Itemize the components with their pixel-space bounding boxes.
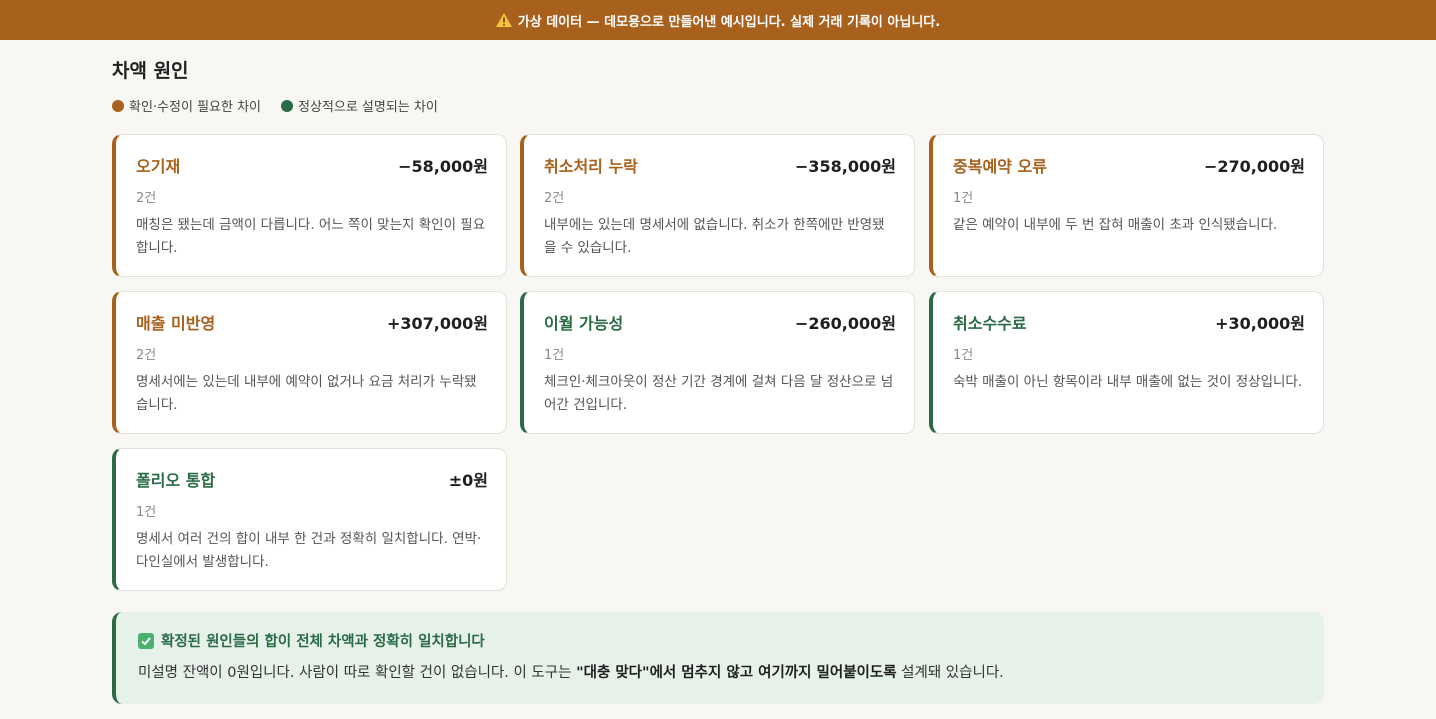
banner-text: 가상 데이터 — 데모용으로 만들어낸 예시입니다. 실제 거래 기록이 아닙니… — [517, 14, 941, 30]
cause-card-misentry: 오기재 −58,000원 2건 매칭은 됐는데 금액이 다릅니다. 어느 쪽이 … — [112, 134, 507, 277]
cause-card-duplicate-booking: 중복예약 오류 −270,000원 1건 같은 예약이 내부에 두 번 잡혀 매… — [929, 134, 1324, 277]
cause-count: 2건 — [136, 348, 157, 363]
demo-warning-banner: 가상 데이터 — 데모용으로 만들어낸 예시입니다. 실제 거래 기록이 아닙니… — [0, 0, 1436, 40]
cause-amount: −358,000원 — [794, 157, 896, 176]
legend-needs-fix-label: 확인·수정이 필요한 차이 — [129, 100, 261, 115]
cause-amount: −58,000원 — [398, 157, 488, 176]
legend-needs-fix: 확인·수정이 필요한 차이 — [112, 96, 261, 115]
cause-card-folio-merge: 폴리오 통합 ±0원 1건 명세서 여러 건의 합이 내부 한 건과 정확히 일… — [112, 448, 507, 591]
summary-body-prefix: 미설명 잔액이 0원입니다. 사람이 따로 확인할 건이 없습니다. 이 도구는 — [138, 665, 577, 681]
cause-count: 1건 — [136, 505, 157, 520]
summary-headline-row: 확정된 원인들의 합이 전체 차액과 정확히 일치합니다 — [138, 630, 1304, 651]
cause-name: 중복예약 오류 — [953, 157, 1047, 176]
cause-count: 2건 — [544, 191, 565, 206]
needs-fix-dot-icon — [112, 99, 124, 112]
cause-count: 1건 — [544, 348, 565, 363]
cause-name: 오기재 — [136, 157, 181, 176]
cause-count: 1건 — [953, 348, 974, 363]
legend-normal: 정상적으로 설명되는 차이 — [281, 96, 438, 115]
cause-description: 체크인·체크아웃이 정산 기간 경계에 걸쳐 다음 달 정산으로 넘어간 건입니… — [544, 374, 894, 413]
cause-amount: +30,000원 — [1215, 314, 1305, 333]
cause-amount: ±0원 — [448, 471, 488, 490]
cause-description: 매칭은 됐는데 금액이 다릅니다. 어느 쪽이 맞는지 확인이 필요합니다. — [136, 217, 486, 256]
cause-card-cancel-missing: 취소처리 누락 −358,000원 2건 내부에는 있는데 명세서에 없습니다.… — [520, 134, 915, 277]
summary-body-suffix: 설계돼 있습니다. — [896, 665, 1004, 681]
cause-description: 내부에는 있는데 명세서에 없습니다. 취소가 한쪽에만 반영됐을 수 있습니다… — [544, 217, 885, 256]
cause-amount: +307,000원 — [386, 314, 488, 333]
legend: 확인·수정이 필요한 차이 정상적으로 설명되는 차이 — [112, 96, 438, 115]
warning-icon — [495, 13, 512, 27]
cause-card-cancel-fee: 취소수수료 +30,000원 1건 숙박 매출이 아닌 항목이라 내부 매출에 … — [929, 291, 1324, 434]
cause-name: 폴리오 통합 — [136, 471, 216, 490]
cause-count: 1건 — [953, 191, 974, 206]
legend-normal-label: 정상적으로 설명되는 차이 — [298, 100, 438, 115]
cause-description: 명세서에는 있는데 내부에 예약이 없거나 요금 처리가 누락됐습니다. — [136, 374, 477, 413]
cause-count: 2건 — [136, 191, 157, 206]
cause-amount: −260,000원 — [794, 314, 896, 333]
summary-body-bold: "대충 맞다"에서 멈추지 않고 여기까지 밀어붙이도록 — [576, 665, 897, 681]
check-icon — [138, 632, 154, 649]
reconciliation-summary: 확정된 원인들의 합이 전체 차액과 정확히 일치합니다 미설명 잔액이 0원입… — [112, 612, 1324, 704]
cause-name: 매출 미반영 — [136, 314, 216, 333]
cause-name: 취소수수료 — [953, 314, 1027, 333]
cause-description: 숙박 매출이 아닌 항목이라 내부 매출에 없는 것이 정상입니다. — [953, 374, 1303, 390]
normal-dot-icon — [281, 99, 293, 112]
cause-card-revenue-missing: 매출 미반영 +307,000원 2건 명세서에는 있는데 내부에 예약이 없거… — [112, 291, 507, 434]
summary-headline: 확정된 원인들의 합이 전체 차액과 정확히 일치합니다 — [161, 634, 485, 650]
cause-description: 같은 예약이 내부에 두 번 잡혀 매출이 초과 인식됐습니다. — [953, 217, 1278, 233]
cause-name: 이월 가능성 — [544, 314, 624, 333]
cause-amount: −270,000원 — [1203, 157, 1305, 176]
cause-card-carryover: 이월 가능성 −260,000원 1건 체크인·체크아웃이 정산 기간 경계에 … — [520, 291, 915, 434]
summary-body: 미설명 잔액이 0원입니다. 사람이 따로 확인할 건이 없습니다. 이 도구는… — [138, 661, 1304, 682]
cause-name: 취소처리 누락 — [544, 157, 638, 176]
cause-description: 명세서 여러 건의 합이 내부 한 건과 정확히 일치합니다. 연박·다인실에서… — [136, 531, 482, 570]
page-title: 차액 원인 — [112, 60, 189, 82]
